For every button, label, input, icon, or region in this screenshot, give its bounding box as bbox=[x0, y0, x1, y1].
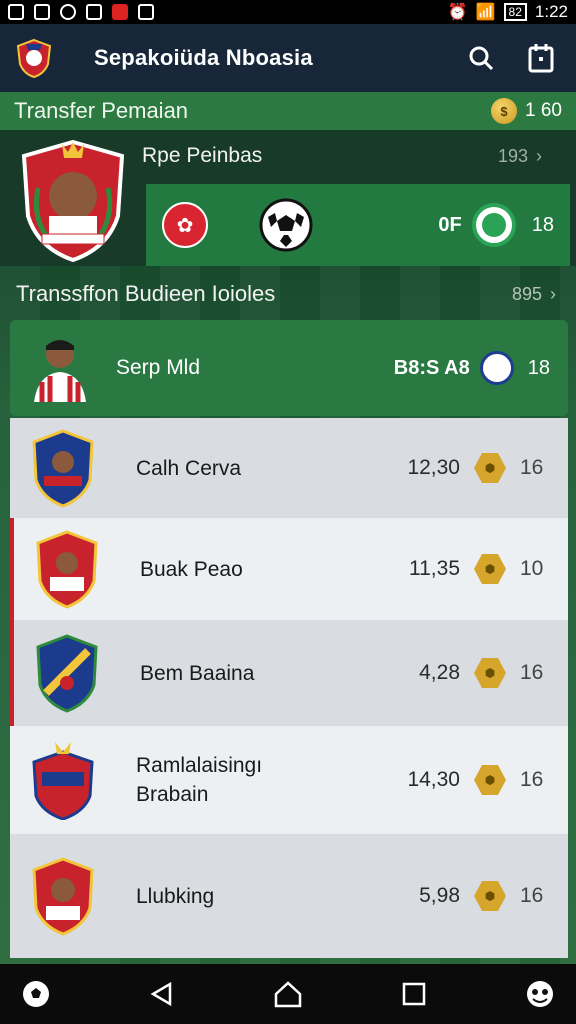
app-title: Sepakoiüda Nboasia bbox=[94, 45, 313, 70]
calendar-icon[interactable] bbox=[528, 43, 554, 73]
coin-icon: $ bbox=[491, 98, 518, 124]
gold-hex-icon: ⬢ bbox=[474, 765, 506, 795]
section-header: Transsffon Budieen Ioioles 895 › bbox=[16, 276, 556, 312]
coin-balance[interactable]: $ 1 60 bbox=[491, 98, 562, 124]
football-app-icon[interactable] bbox=[20, 978, 52, 1010]
featured-player-name: Rpe Peinbas bbox=[142, 144, 263, 167]
player-list: Calh Cerva 12,30 ⬢ 16 Buak Peao 11,35 ⬢ … bbox=[10, 418, 568, 958]
search-icon[interactable] bbox=[468, 45, 494, 71]
list-item[interactable]: Ramlalaisingı Brabain 14,30 ⬢ 16 bbox=[10, 726, 568, 834]
club-logo-icon bbox=[479, 351, 514, 385]
green-token-icon bbox=[471, 203, 516, 247]
gold-hex-icon: ⬢ bbox=[474, 658, 506, 688]
player-value: 5,98 bbox=[419, 884, 460, 907]
highlighted-player-row[interactable]: Serp Mld B8:S A8 18 bbox=[10, 320, 568, 416]
app-notification-icon bbox=[34, 4, 50, 20]
featured-count[interactable]: 193 › bbox=[498, 146, 542, 167]
app-bar: Sepakoiüda Nboasia bbox=[0, 24, 576, 92]
status-bar: ⏰ 📶 82 1:22 bbox=[0, 0, 576, 24]
featured-stats-row[interactable]: ✿ 0F 18 bbox=[146, 184, 570, 266]
club-crest-icon bbox=[32, 429, 94, 508]
battery-icon: 82 bbox=[503, 3, 527, 21]
player-name: Calh Cerva bbox=[136, 456, 242, 480]
alarm-icon: ⏰ bbox=[447, 4, 468, 21]
club-crest-icon bbox=[36, 634, 98, 713]
player-name: Buak Peao bbox=[140, 557, 243, 581]
player-number: 10 bbox=[520, 557, 544, 580]
transfer-header: Transfer Pemaian $ 1 60 bbox=[0, 92, 576, 130]
back-icon[interactable] bbox=[146, 978, 178, 1010]
section-count[interactable]: 895 › bbox=[512, 284, 556, 305]
navigation-bar bbox=[0, 964, 576, 1024]
player-value: 11,35 bbox=[409, 557, 460, 580]
muted-notification-icon bbox=[138, 4, 154, 20]
player-number: 16 bbox=[520, 768, 544, 791]
featured-count-value: 193 bbox=[498, 146, 529, 166]
club-badge-icon: ✿ bbox=[162, 202, 208, 248]
player-name: Bem Baaina bbox=[140, 661, 255, 685]
shield-notification-icon bbox=[86, 4, 102, 20]
featured-stat-text: 0F bbox=[438, 213, 462, 236]
transfer-title: Transfer Pemaian bbox=[14, 98, 189, 123]
list-item[interactable]: Bem Baaina 4,28 ⬢ 16 bbox=[10, 620, 568, 726]
club-crest-icon bbox=[36, 530, 98, 609]
section-count-value: 895 bbox=[511, 283, 542, 304]
club-crest-icon bbox=[32, 857, 94, 936]
gold-hex-icon: ⬢ bbox=[474, 881, 506, 911]
app-shield-logo-icon bbox=[16, 38, 52, 78]
coin-amount: 1 60 bbox=[525, 100, 562, 121]
player-number: 18 bbox=[527, 356, 550, 379]
youtube-notification-icon bbox=[112, 4, 128, 20]
featured-number: 18 bbox=[531, 213, 554, 236]
player-value: 14,30 bbox=[407, 768, 460, 791]
player-value: 12,30 bbox=[407, 456, 460, 479]
recents-icon[interactable] bbox=[398, 978, 430, 1010]
clock: 1:22 bbox=[534, 2, 568, 21]
player-number: 16 bbox=[520, 884, 544, 907]
football-icon bbox=[259, 198, 313, 252]
info-notification-icon bbox=[60, 4, 76, 20]
player-number: 16 bbox=[520, 456, 544, 479]
chevron-right-icon: › bbox=[536, 146, 543, 166]
player-value: 4,28 bbox=[419, 661, 460, 684]
chevron-right-icon: › bbox=[550, 283, 556, 304]
section-title: Transsffon Budieen Ioioles bbox=[16, 281, 276, 306]
gold-hex-icon: ⬢ bbox=[474, 453, 506, 483]
wifi-icon: 📶 bbox=[475, 4, 496, 21]
player-name: Llubking bbox=[136, 884, 215, 908]
home-icon[interactable] bbox=[272, 978, 304, 1010]
game-app-icon[interactable] bbox=[524, 978, 556, 1010]
list-item[interactable]: Calh Cerva 12,30 ⬢ 16 bbox=[10, 418, 568, 518]
player-name: Ramlalaisingı Brabain bbox=[136, 754, 263, 806]
gallery-notification-icon bbox=[8, 4, 24, 20]
list-item[interactable]: Buak Peao 11,35 ⬢ 10 bbox=[10, 518, 568, 620]
featured-player-crest[interactable] bbox=[18, 138, 128, 262]
player-avatar bbox=[34, 340, 86, 402]
player-club: B8:S A8 bbox=[393, 356, 470, 379]
gold-hex-icon: ⬢ bbox=[474, 554, 506, 584]
club-crest-icon bbox=[32, 742, 94, 820]
player-number: 16 bbox=[520, 661, 544, 684]
list-item[interactable]: Llubking 5,98 ⬢ 16 bbox=[10, 834, 568, 958]
player-name: Serp Mld bbox=[116, 356, 201, 379]
